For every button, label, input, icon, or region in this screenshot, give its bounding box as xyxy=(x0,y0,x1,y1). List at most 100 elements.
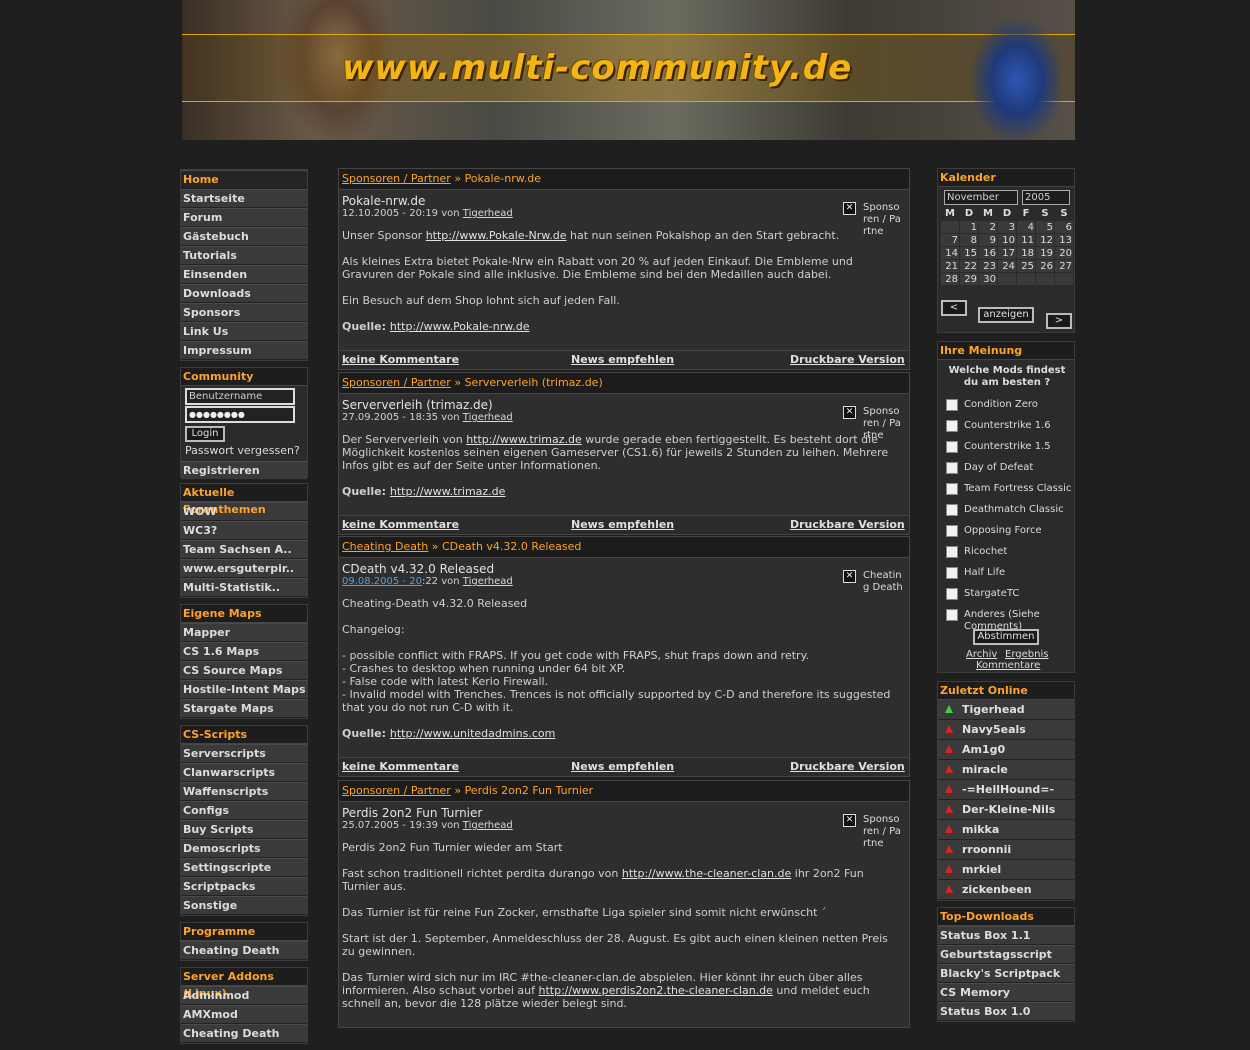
menu-item[interactable]: Sponsors xyxy=(181,303,307,322)
forum-topic[interactable]: Multi-Statistik.. xyxy=(181,578,307,597)
online-user[interactable]: zickenbeen xyxy=(938,880,1074,900)
calendar-day[interactable]: 14 xyxy=(941,247,959,259)
online-user[interactable]: mikka xyxy=(938,820,1074,840)
download-item[interactable]: Blacky's Scriptpack xyxy=(938,964,1074,983)
download-item[interactable]: Status Box 1.0 xyxy=(938,1002,1074,1021)
calendar-day[interactable]: 6 xyxy=(1055,221,1073,233)
calendar-day[interactable]: 16 xyxy=(979,247,997,259)
scripts-item[interactable]: Buy Scripts xyxy=(181,820,307,839)
forgot-password-link[interactable]: Passwort vergessen? xyxy=(185,444,300,457)
poll-checkbox[interactable] xyxy=(946,609,958,621)
next-month-button[interactable]: > xyxy=(1046,313,1072,329)
scripts-item[interactable]: Settingscripte xyxy=(181,858,307,877)
maps-item[interactable]: Mapper xyxy=(181,623,307,642)
recommend-link[interactable]: News empfehlen xyxy=(571,758,674,776)
poll-archive-link[interactable]: Archiv xyxy=(966,649,997,660)
scripts-item[interactable]: Configs xyxy=(181,801,307,820)
news-source-link[interactable]: http://www.Pokale-nrw.de xyxy=(390,320,530,333)
online-user[interactable]: rroonnii xyxy=(938,840,1074,860)
news-source-link[interactable]: http://www.trimaz.de xyxy=(390,485,506,498)
username-input[interactable]: Benutzername xyxy=(185,388,295,405)
online-user[interactable]: Am1g0 xyxy=(938,740,1074,760)
online-user[interactable]: Navy5eals xyxy=(938,720,1074,740)
calendar-day[interactable]: 21 xyxy=(941,260,959,272)
comments-link[interactable]: keine Kommentare xyxy=(342,351,459,369)
calendar-day[interactable]: 8 xyxy=(960,234,978,246)
menu-item[interactable]: Impressum xyxy=(181,341,307,360)
maps-item[interactable]: Hostile-Intent Maps xyxy=(181,680,307,699)
menu-home[interactable]: Home xyxy=(181,170,307,189)
register-link[interactable]: Registrieren xyxy=(181,461,307,480)
calendar-day[interactable]: 26 xyxy=(1036,260,1054,272)
menu-item[interactable]: Tutorials xyxy=(181,246,307,265)
calendar-day[interactable]: 27 xyxy=(1055,260,1073,272)
online-user[interactable]: Tigerhead xyxy=(938,700,1074,720)
news-link[interactable]: http://www.the-cleaner-clan.de xyxy=(622,867,791,880)
forum-topic[interactable]: WC3? xyxy=(181,521,307,540)
author-link[interactable]: Tigerhead xyxy=(463,820,513,831)
poll-checkbox[interactable] xyxy=(946,525,958,537)
calendar-day[interactable]: 9 xyxy=(979,234,997,246)
calendar-day[interactable]: 3 xyxy=(998,221,1016,233)
poll-checkbox[interactable] xyxy=(946,420,958,432)
scripts-item[interactable]: Clanwarscripts xyxy=(181,763,307,782)
forum-topic[interactable]: Team Sachsen A.. xyxy=(181,540,307,559)
programme-item[interactable]: Cheating Death xyxy=(181,941,307,960)
scripts-item[interactable]: Serverscripts xyxy=(181,744,307,763)
maps-item[interactable]: CS Source Maps xyxy=(181,661,307,680)
poll-checkbox[interactable] xyxy=(946,588,958,600)
calendar-day[interactable]: 24 xyxy=(998,260,1016,272)
author-link[interactable]: Tigerhead xyxy=(463,412,513,423)
scripts-item[interactable]: Demoscripts xyxy=(181,839,307,858)
login-button[interactable]: Login xyxy=(185,426,225,442)
calendar-day[interactable]: 12 xyxy=(1036,234,1054,246)
menu-item[interactable]: Startseite xyxy=(181,189,307,208)
poll-result-link[interactable]: Ergebnis xyxy=(1005,649,1048,660)
recommend-link[interactable]: News empfehlen xyxy=(571,516,674,534)
addons-item[interactable]: Adminmod xyxy=(181,986,307,1005)
menu-item[interactable]: Einsenden xyxy=(181,265,307,284)
author-link[interactable]: Tigerhead xyxy=(463,576,513,587)
month-select[interactable]: November xyxy=(944,190,1018,205)
scripts-item[interactable]: Waffenscripts xyxy=(181,782,307,801)
poll-checkbox[interactable] xyxy=(946,504,958,516)
scripts-item[interactable]: Scriptpacks xyxy=(181,877,307,896)
menu-item[interactable]: Forum xyxy=(181,208,307,227)
download-item[interactable]: Geburtstagsscript xyxy=(938,945,1074,964)
online-user[interactable]: Der-Kleine-Nils xyxy=(938,800,1074,820)
news-category-link[interactable]: Sponsoren / Partner xyxy=(342,172,451,185)
show-month-button[interactable]: anzeigen xyxy=(978,307,1034,323)
addons-item[interactable]: AMXmod xyxy=(181,1005,307,1024)
online-user[interactable]: miracle xyxy=(938,760,1074,780)
calendar-day[interactable]: 1 xyxy=(960,221,978,233)
news-category-link[interactable]: Sponsoren / Partner xyxy=(342,376,451,389)
calendar-day[interactable]: 10 xyxy=(998,234,1016,246)
calendar-day[interactable]: 7 xyxy=(941,234,959,246)
calendar-day[interactable]: 4 xyxy=(1017,221,1035,233)
calendar-day[interactable]: 19 xyxy=(1036,247,1054,259)
password-input[interactable]: ●●●●●●●● xyxy=(185,406,295,423)
news-link[interactable]: http://www.Pokale-Nrw.de xyxy=(426,229,567,242)
calendar-day[interactable]: 17 xyxy=(998,247,1016,259)
poll-checkbox[interactable] xyxy=(946,441,958,453)
calendar-day[interactable]: 11 xyxy=(1017,234,1035,246)
author-link[interactable]: Tigerhead xyxy=(463,208,513,219)
menu-item[interactable]: Link Us xyxy=(181,322,307,341)
poll-checkbox[interactable] xyxy=(946,546,958,558)
calendar-day[interactable]: 18 xyxy=(1017,247,1035,259)
poll-comments-link[interactable]: Kommentare xyxy=(976,660,1040,671)
news-category-link[interactable]: Cheating Death xyxy=(342,540,428,553)
news-link[interactable]: http://www.perdis2on2.the-cleaner-clan.d… xyxy=(538,984,772,997)
news-link[interactable]: http://www.trimaz.de xyxy=(466,433,582,446)
news-date-link[interactable]: 09.08.2005 - 20 xyxy=(342,576,422,587)
poll-checkbox[interactable] xyxy=(946,462,958,474)
vote-button[interactable]: Abstimmen xyxy=(973,629,1039,645)
calendar-day[interactable]: 15 xyxy=(960,247,978,259)
poll-checkbox[interactable] xyxy=(946,567,958,579)
menu-item[interactable]: Downloads xyxy=(181,284,307,303)
comments-link[interactable]: keine Kommentare xyxy=(342,516,459,534)
calendar-day[interactable]: 2 xyxy=(979,221,997,233)
news-category-link[interactable]: Sponsoren / Partner xyxy=(342,784,451,797)
addons-item[interactable]: Cheating Death xyxy=(181,1024,307,1043)
prev-month-button[interactable]: < xyxy=(941,300,967,316)
